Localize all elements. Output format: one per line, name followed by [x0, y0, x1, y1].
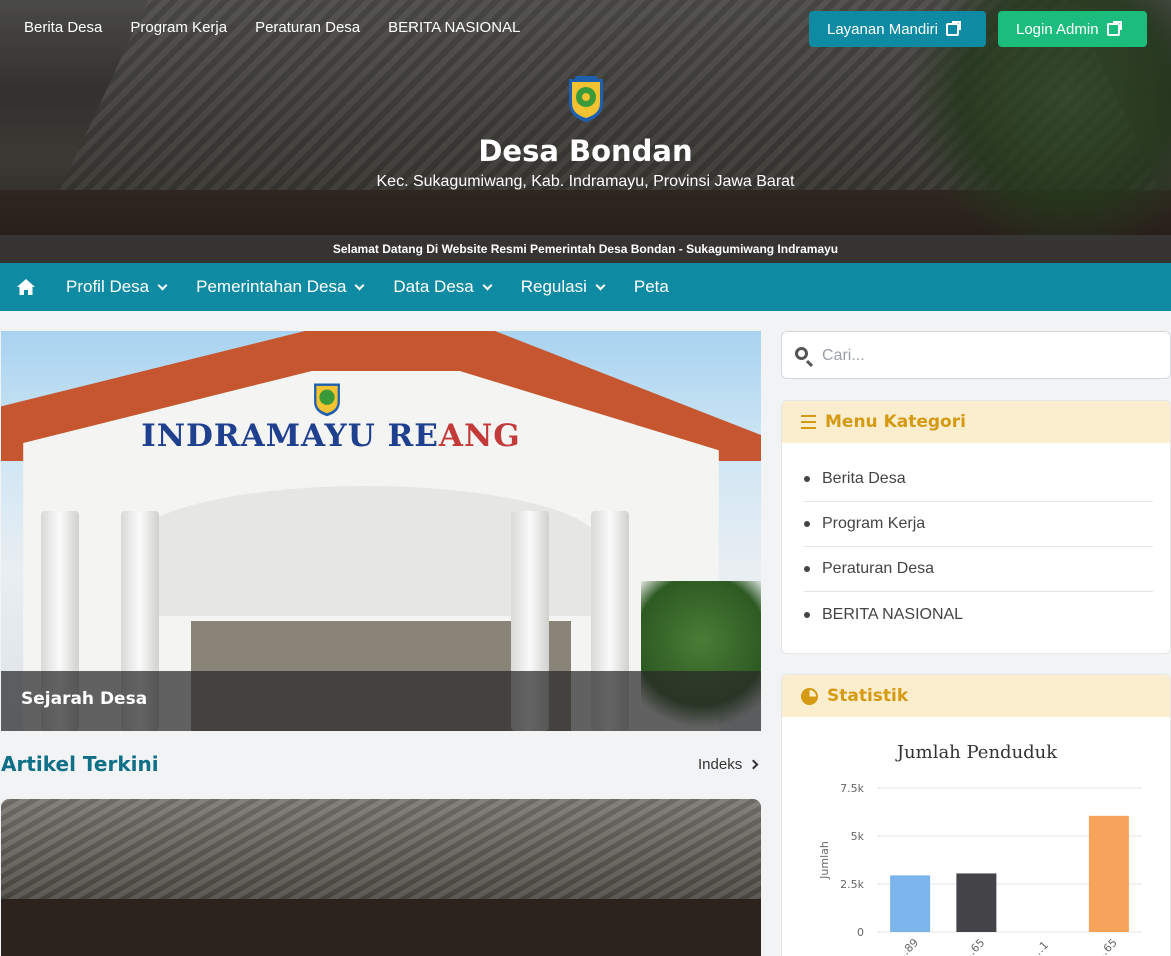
site-title: Desa Bondan [478, 134, 693, 168]
featured-slide[interactable]: INDRAMAYU REANG Sejarah Desa [1, 331, 761, 731]
layanan-mandiri-label: Layanan Mandiri [827, 20, 938, 38]
chart-y-tick-label: 0 [857, 926, 864, 939]
pie-chart-icon [801, 687, 818, 705]
articles-heading: Artikel Terkini [1, 752, 159, 776]
building-emblem-icon [314, 383, 340, 417]
building-sign-red: ANG [438, 418, 521, 454]
featured-caption-bar: Sejarah Desa [1, 671, 761, 731]
search-input[interactable] [822, 344, 1152, 368]
chart-y-tick-label: 5k [851, 830, 865, 843]
external-link-icon [945, 20, 961, 36]
article-thumbnail-wall [1, 899, 761, 956]
chart-x-tick-label: …65 [960, 936, 987, 956]
nav-item-pemerintahan-desa[interactable]: Pemerintahan Desa [196, 277, 365, 297]
top-nav-link[interactable]: Program Kerja [130, 19, 227, 36]
statistics-title: Statistik [827, 686, 909, 706]
top-nav: Berita Desa Program Kerja Peraturan Desa… [24, 19, 520, 36]
external-link-icon [1106, 20, 1122, 36]
chevron-down-icon [354, 280, 365, 290]
nav-item-label: Regulasi [520, 277, 587, 296]
nav-item-peta[interactable]: Peta [634, 277, 669, 297]
top-nav-link[interactable]: BERITA NASIONAL [388, 19, 520, 36]
building-sign: INDRAMAYU REANG [1, 418, 661, 454]
nav-item-label: Peta [633, 277, 669, 296]
chart-bar [956, 873, 997, 932]
search-box [781, 331, 1171, 379]
category-item[interactable]: Berita Desa [804, 457, 1153, 502]
chart-y-axis-label: Jumlah [818, 841, 831, 880]
nav-item-data-desa[interactable]: Data Desa [393, 277, 493, 297]
top-nav-link[interactable]: Peraturan Desa [255, 19, 360, 36]
chart-bar [1088, 815, 1129, 932]
chart-title: Jumlah Penduduk [895, 742, 1058, 763]
chart-bar [890, 875, 931, 932]
category-item[interactable]: Peraturan Desa [804, 547, 1153, 592]
statistics-card: Statistik Jumlah Penduduk 0 2.5k 5k 7.5k Juml… [781, 674, 1171, 956]
chart-x-tick-label: …89 [894, 936, 921, 956]
nav-item-label: Pemerintahan Desa [196, 277, 347, 296]
top-nav-link[interactable]: Berita Desa [24, 19, 102, 36]
chart-x-tick-label: …65 [1093, 936, 1120, 956]
nav-item-profil-desa[interactable]: Profil Desa [66, 277, 168, 297]
statistics-header: Statistik [782, 675, 1170, 717]
welcome-ticker: Selamat Datang Di Website Resmi Pemerint… [0, 235, 1171, 263]
category-item[interactable]: BERITA NASIONAL [804, 592, 1153, 637]
chart-x-tick-label: …1 [1029, 939, 1051, 956]
nav-item-label: Data Desa [393, 277, 474, 296]
category-item[interactable]: Program Kerja [804, 502, 1153, 547]
village-logo-icon [569, 76, 603, 122]
index-link[interactable]: Indeks [698, 756, 759, 773]
building-sign-blue: INDRAMAYU RE [141, 418, 439, 454]
site-subtitle: Kec. Sukagumiwang, Kab. Indramayu, Provi… [376, 173, 795, 190]
chevron-down-icon [595, 280, 606, 290]
chart-y-tick-label: 2.5k [840, 878, 864, 891]
category-menu-title: Menu Kategori [825, 412, 966, 432]
list-icon [801, 415, 816, 429]
login-admin-label: Login Admin [1016, 20, 1099, 38]
search-icon [795, 347, 808, 360]
home-icon[interactable] [16, 278, 36, 296]
hero-banner: Berita Desa Program Kerja Peraturan Desa… [0, 0, 1171, 263]
chevron-right-icon [748, 759, 759, 770]
population-chart-svg: Jumlah Penduduk 0 2.5k 5k 7.5k Jumlah …89 …65 …1… [818, 742, 1142, 956]
main-nav: Profil Desa Pemerintahan Desa Data Desa … [0, 263, 1171, 311]
layanan-mandiri-button[interactable]: Layanan Mandiri [809, 11, 986, 47]
chevron-down-icon [482, 280, 493, 290]
nav-item-label: Profil Desa [66, 277, 150, 296]
category-menu-card: Menu Kategori Berita Desa Program Kerja … [781, 400, 1171, 654]
population-chart: Jumlah Penduduk 0 2.5k 5k 7.5k Jumlah …89 …65 …1… [782, 717, 1170, 956]
article-thumbnail[interactable] [1, 799, 761, 956]
nav-item-regulasi[interactable]: Regulasi [520, 277, 606, 297]
index-link-label: Indeks [698, 756, 743, 773]
chevron-down-icon [157, 280, 168, 290]
category-list: Berita Desa Program Kerja Peraturan Desa… [782, 443, 1170, 637]
category-menu-header: Menu Kategori [782, 401, 1170, 443]
hero-overlay [0, 0, 1171, 263]
featured-caption[interactable]: Sejarah Desa [21, 689, 147, 709]
login-admin-button[interactable]: Login Admin [998, 11, 1147, 47]
chart-y-tick-label: 7.5k [840, 782, 864, 795]
